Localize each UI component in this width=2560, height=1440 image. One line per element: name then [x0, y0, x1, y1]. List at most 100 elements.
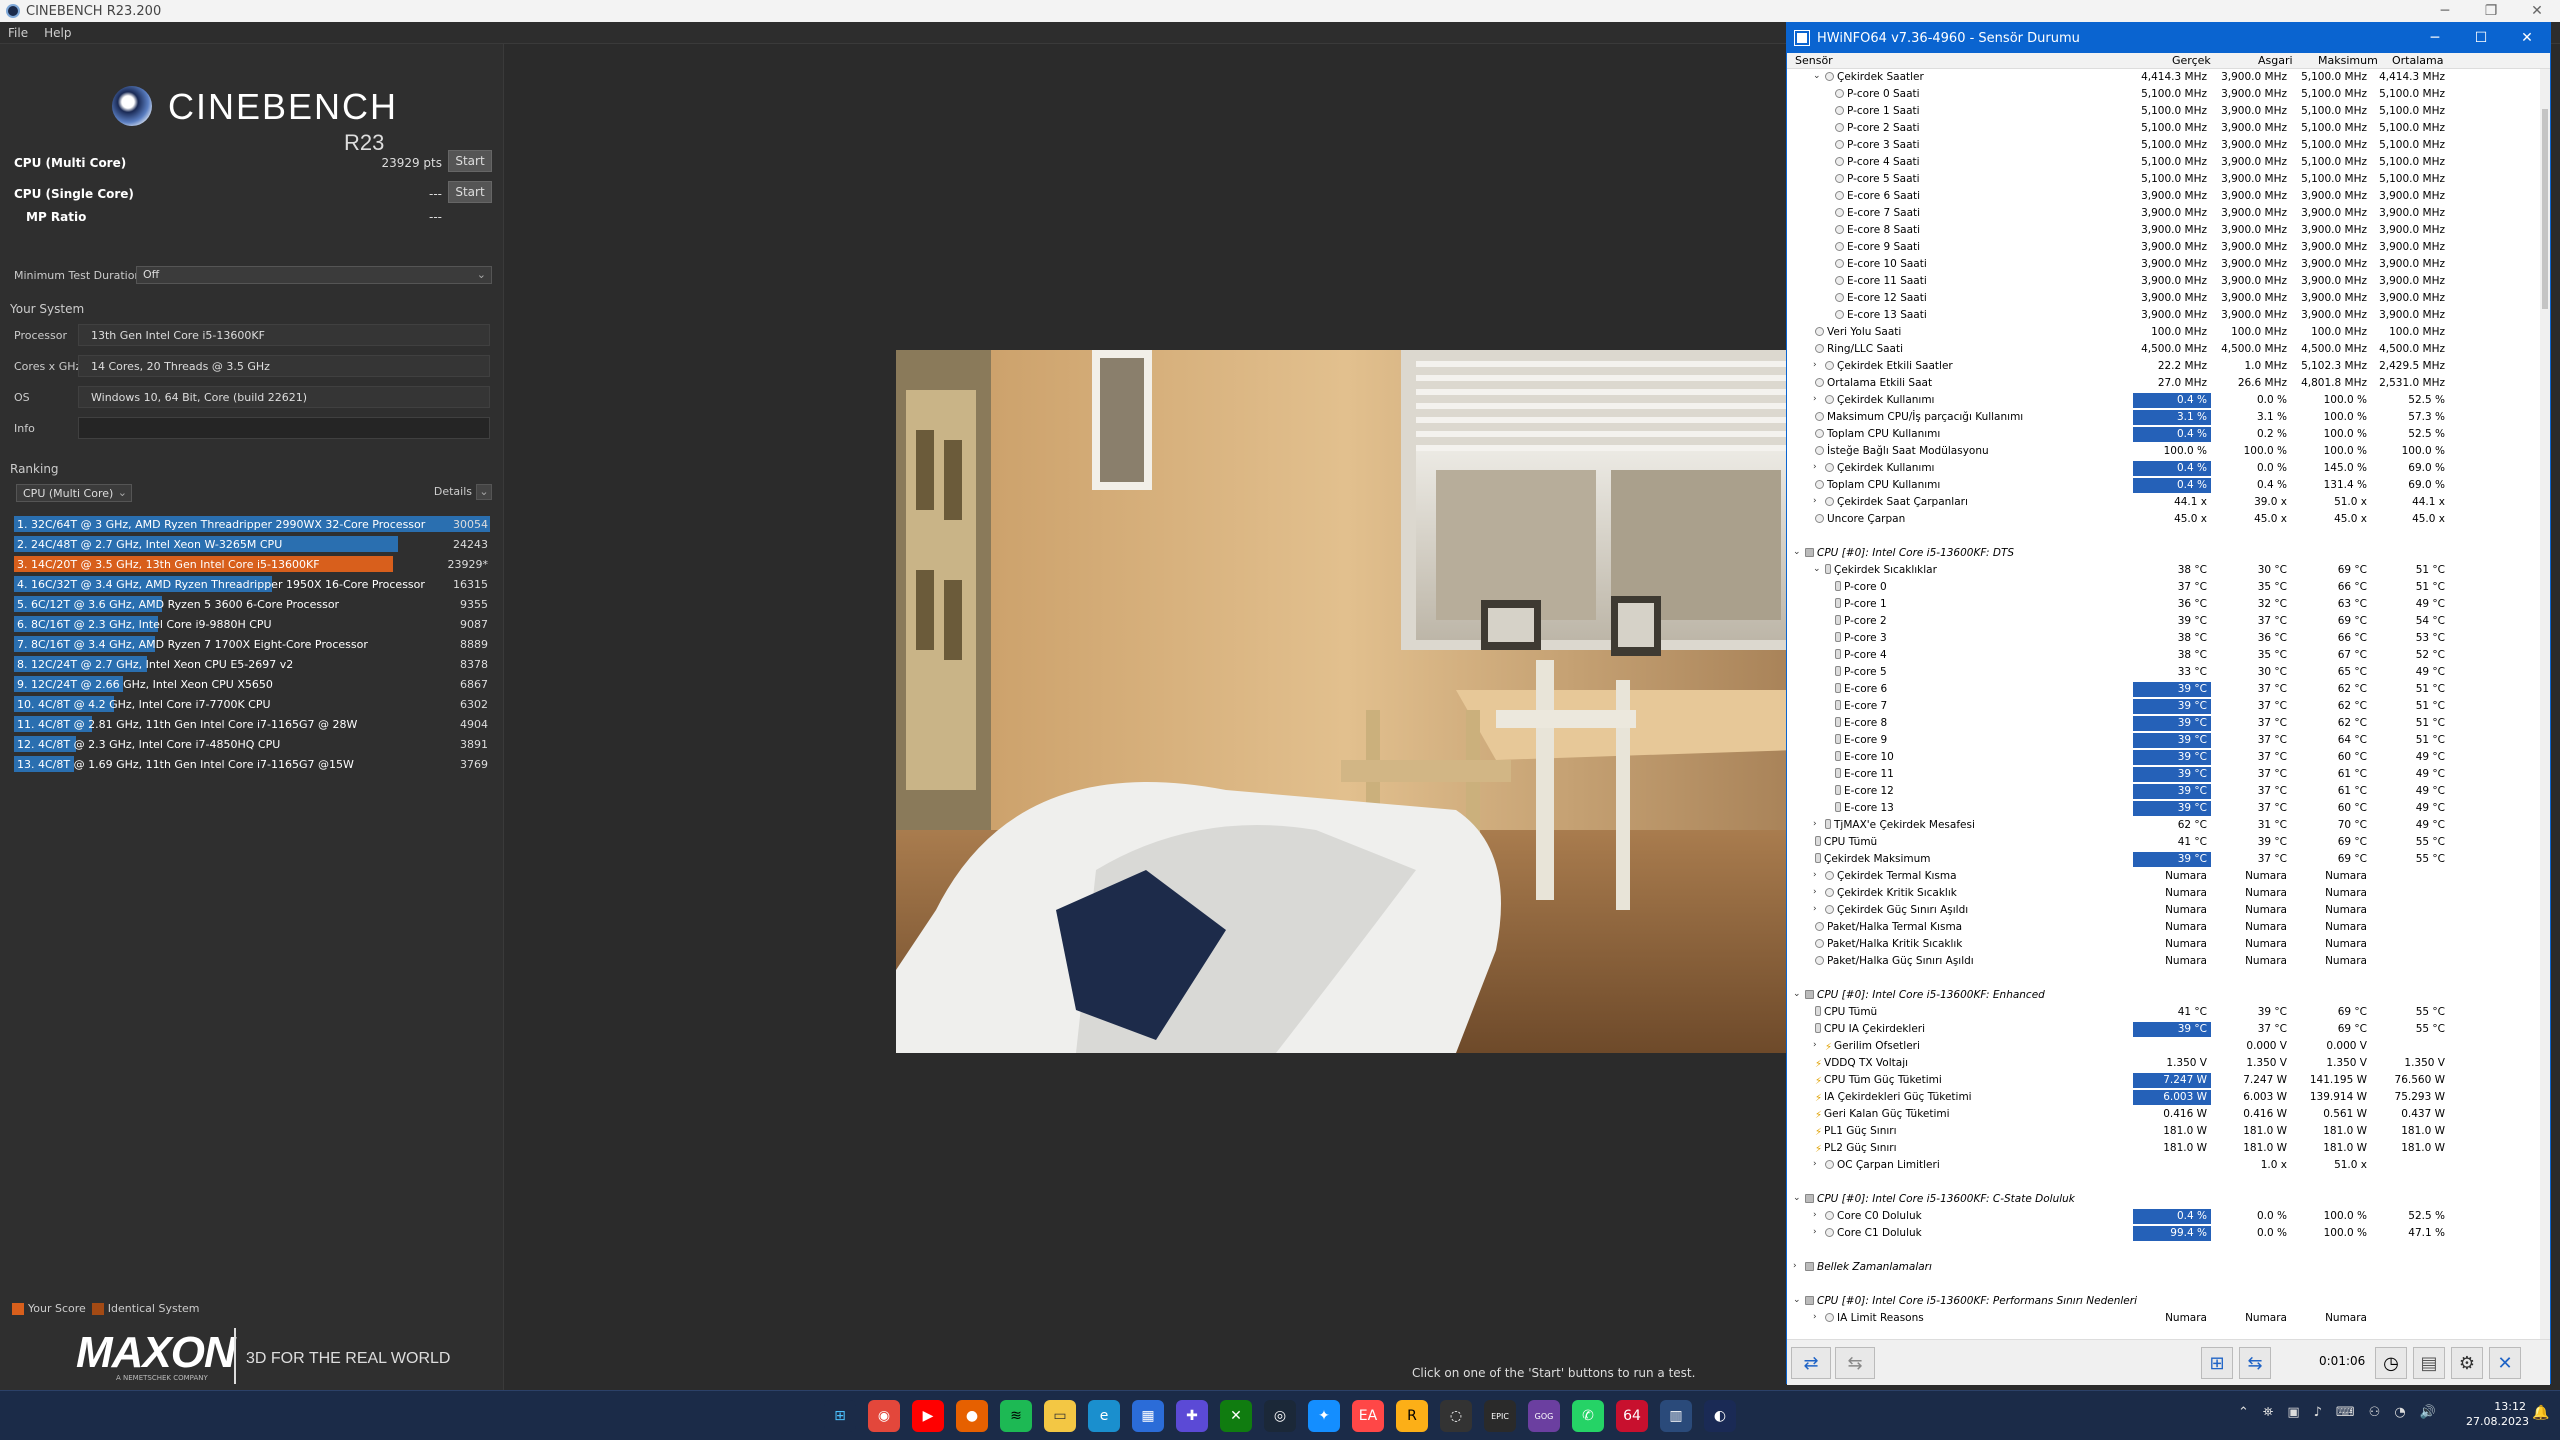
sensor-row[interactable]: Toplam CPU Kullanımı 0.4 % 0.2 % 100.0 % 52.…: [1787, 426, 2550, 443]
gamepad-icon[interactable]: ✚: [1176, 1400, 1208, 1432]
sensor-row[interactable]: E-core 6 39 °C 37 °C 62 °C 51 °C: [1787, 681, 2550, 698]
sensor-row[interactable]: P-core 5 33 °C 30 °C 65 °C 49 °C: [1787, 664, 2550, 681]
sensor-row[interactable]: Ring/LLC Saati 4,500.0 MHz 4,500.0 MHz 4,50…: [1787, 341, 2550, 358]
ranking-row[interactable]: 7. 8C/16T @ 3.4 GHz, AMD Ryzen 7 1700X E…: [14, 634, 490, 654]
menu-file[interactable]: File: [0, 26, 36, 40]
xbox-icon[interactable]: ✕: [1220, 1400, 1252, 1432]
expand-icon[interactable]: ›: [1813, 887, 1817, 897]
bluetooth-icon[interactable]: ⛯: [2263, 1405, 2273, 1420]
wifi-icon[interactable]: ◔: [2394, 1405, 2405, 1420]
expand-icon[interactable]: ›: [1813, 1040, 1817, 1050]
sensor-row[interactable]: Paket/Halka Kritik Sıcaklık Numara Numara N…: [1787, 936, 2550, 953]
sensor-group-row[interactable]: › Bellek Zamanlamaları: [1787, 1259, 2550, 1276]
rockstar-icon[interactable]: R: [1396, 1400, 1428, 1432]
column-header-min[interactable]: Asgari: [2258, 54, 2293, 67]
sensor-row[interactable]: › Çekirdek Kritik Sıcaklık Numara Numara Num…: [1787, 885, 2550, 902]
store-icon[interactable]: ▦: [1132, 1400, 1164, 1432]
sensor-row[interactable]: E-core 6 Saati 3,900.0 MHz 3,900.0 MHz 3,90…: [1787, 188, 2550, 205]
firefox-icon[interactable]: ●: [956, 1400, 988, 1432]
sensor-row[interactable]: P-core 2 39 °C 37 °C 69 °C 54 °C: [1787, 613, 2550, 630]
keyboard-icon[interactable]: ⌨: [2336, 1405, 2355, 1420]
sensor-group-row[interactable]: ⌄ CPU [#0]: Intel Core i5-13600KF: C-Stat…: [1787, 1191, 2550, 1208]
ranking-row[interactable]: 8. 12C/24T @ 2.7 GHz, Intel Xeon CPU E5-…: [14, 654, 490, 674]
column-header-current[interactable]: Gerçek: [2172, 54, 2211, 67]
scrollbar-thumb[interactable]: [2542, 109, 2548, 309]
expand-icon[interactable]: ›: [1813, 819, 1817, 829]
sensor-row[interactable]: E-core 11 39 °C 37 °C 61 °C 49 °C: [1787, 766, 2550, 783]
minimize-icon[interactable]: ─: [2422, 0, 2468, 22]
sensor-row[interactable]: E-core 9 39 °C 37 °C 64 °C 51 °C: [1787, 732, 2550, 749]
sensor-row[interactable]: › Çekirdek Etkili Saatler 22.2 MHz 1.0 MHz 5…: [1787, 358, 2550, 375]
taskbar-clock[interactable]: 13:12 27.08.2023: [2466, 1399, 2529, 1429]
sensor-row[interactable]: E-core 13 Saati 3,900.0 MHz 3,900.0 MHz 3,9…: [1787, 307, 2550, 324]
sensor-row[interactable]: P-core 3 38 °C 36 °C 66 °C 53 °C: [1787, 630, 2550, 647]
sensor-row[interactable]: E-core 11 Saati 3,900.0 MHz 3,900.0 MHz 3,9…: [1787, 273, 2550, 290]
ubisoft-icon[interactable]: ◌: [1440, 1400, 1472, 1432]
vertical-scrollbar[interactable]: [2540, 69, 2550, 1339]
minimize-icon[interactable]: ─: [2412, 23, 2458, 53]
ranking-row[interactable]: 10. 4C/8T @ 4.2 GHz, Intel Core i7-7700K…: [14, 694, 490, 714]
notification-bell-icon[interactable]: 🔔: [2532, 1405, 2549, 1421]
column-header-avg[interactable]: Ortalama: [2392, 54, 2444, 67]
expand-icon[interactable]: ›: [1813, 462, 1817, 472]
collapse-icon[interactable]: ⌄: [1813, 71, 1821, 81]
sensor-row[interactable]: E-core 10 39 °C 37 °C 60 °C 49 °C: [1787, 749, 2550, 766]
report-icon[interactable]: ▤: [2413, 1347, 2445, 1379]
network-icon[interactable]: ⚇: [2369, 1405, 2381, 1420]
battlenet-icon[interactable]: ✦: [1308, 1400, 1340, 1432]
sensor-row[interactable]: P-core 4 Saati 5,100.0 MHz 3,900.0 MHz 5,10…: [1787, 154, 2550, 171]
sensor-row[interactable]: P-core 4 38 °C 35 °C 67 °C 52 °C: [1787, 647, 2550, 664]
sensor-row[interactable]: ⚡ CPU Tüm Güç Tüketimi 7.247 W 7.247 W 141.1…: [1787, 1072, 2550, 1089]
sensor-row[interactable]: P-core 1 36 °C 32 °C 63 °C 49 °C: [1787, 596, 2550, 613]
youtube-music-icon[interactable]: ▶: [912, 1400, 944, 1432]
sensor-row[interactable]: › Core C0 Doluluk 0.4 % 0.0 % 100.0 % 52.5 %: [1787, 1208, 2550, 1225]
ranking-row[interactable]: 4. 16C/32T @ 3.4 GHz, AMD Ryzen Threadri…: [14, 574, 490, 594]
sensor-row[interactable]: P-core 0 37 °C 35 °C 66 °C 51 °C: [1787, 579, 2550, 596]
sensor-row[interactable]: › TjMAX'e Çekirdek Mesafesi 62 °C 31 °C 70 °…: [1787, 817, 2550, 834]
expand-icon[interactable]: ›: [1813, 870, 1817, 880]
sensor-row[interactable]: › Çekirdek Termal Kısma Numara Numara Numara: [1787, 868, 2550, 885]
menu-help[interactable]: Help: [36, 26, 79, 40]
expand-icon[interactable]: ›: [1813, 394, 1817, 404]
sensor-row[interactable]: › Çekirdek Kullanımı 0.4 % 0.0 % 100.0 % 52.5…: [1787, 392, 2550, 409]
ea-icon[interactable]: EA: [1352, 1400, 1384, 1432]
column-header-max[interactable]: Maksimum: [2318, 54, 2378, 67]
maximize-icon[interactable]: ☐: [2458, 23, 2504, 53]
volume-icon[interactable]: 🔊: [2420, 1405, 2436, 1420]
edge-icon[interactable]: e: [1088, 1400, 1120, 1432]
collapse-icon[interactable]: ⌄: [1793, 547, 1801, 557]
sensor-row[interactable]: E-core 7 39 °C 37 °C 62 °C 51 °C: [1787, 698, 2550, 715]
settings-gear-icon[interactable]: ⚙: [2451, 1347, 2483, 1379]
steam-icon[interactable]: ◎: [1264, 1400, 1296, 1432]
sensor-row[interactable]: ⚡ Geri Kalan Güç Tüketimi 0.416 W 0.416 W 0.…: [1787, 1106, 2550, 1123]
expand-icon[interactable]: ›: [1813, 360, 1817, 370]
expand-icon[interactable]: ›: [1813, 1227, 1817, 1237]
nav-back-icon[interactable]: ⇄: [1791, 1347, 1831, 1379]
sensor-row[interactable]: P-core 1 Saati 5,100.0 MHz 3,900.0 MHz 5,10…: [1787, 103, 2550, 120]
expand-icon[interactable]: ›: [1813, 1312, 1817, 1322]
ranking-row[interactable]: 6. 8C/16T @ 2.3 GHz, Intel Core i9-9880H…: [14, 614, 490, 634]
expand-icon[interactable]: ›: [1793, 1261, 1797, 1271]
chrome-icon[interactable]: ◉: [868, 1400, 900, 1432]
sensor-row[interactable]: › OC Çarpan Limitleri 1.0 x 51.0 x: [1787, 1157, 2550, 1174]
close-icon[interactable]: ✕: [2514, 0, 2560, 22]
ranking-row[interactable]: 1. 32C/64T @ 3 GHz, AMD Ryzen Threadripp…: [14, 514, 490, 534]
maximize-icon[interactable]: ❐: [2468, 0, 2514, 22]
sensor-row[interactable]: ⚡ VDDQ TX Voltajı 1.350 V 1.350 V 1.350 V 1.3…: [1787, 1055, 2550, 1072]
sensor-row[interactable]: CPU Tümü 41 °C 39 °C 69 °C 55 °C: [1787, 834, 2550, 851]
tray-overflow-icon[interactable]: ⌃: [2238, 1405, 2249, 1420]
cpu-multi-start-button[interactable]: Start: [448, 150, 492, 172]
ranking-select[interactable]: CPU (Multi Core) ⌄: [16, 484, 132, 502]
min-duration-select[interactable]: Off ⌄: [136, 266, 492, 284]
sensor-row[interactable]: CPU Tümü 41 °C 39 °C 69 °C 55 °C: [1787, 1004, 2550, 1021]
sensor-row[interactable]: › Çekirdek Güç Sınırı Aşıldı Numara Numara N…: [1787, 902, 2550, 919]
hwinfo-sensors-taskbar-icon[interactable]: ▥: [1660, 1400, 1692, 1432]
details-button[interactable]: Details ⌄: [434, 484, 492, 500]
sensor-row[interactable]: Paket/Halka Termal Kısma Numara Numara Numa…: [1787, 919, 2550, 936]
expand-icon[interactable]: ›: [1813, 496, 1817, 506]
sensor-row[interactable]: › Çekirdek Saat Çarpanları 44.1 x 39.0 x 51.…: [1787, 494, 2550, 511]
sensor-row[interactable]: Maksimum CPU/İş parçacığı Kullanımı 3.1 %…: [1787, 409, 2550, 426]
sensor-row[interactable]: E-core 8 39 °C 37 °C 62 °C 51 °C: [1787, 715, 2550, 732]
sensor-group-row[interactable]: ⌄ CPU [#0]: Intel Core i5-13600KF: Perfor…: [1787, 1293, 2550, 1310]
sensor-row[interactable]: › ⚡ Gerilim Ofsetleri 0.000 V 0.000 V: [1787, 1038, 2550, 1055]
